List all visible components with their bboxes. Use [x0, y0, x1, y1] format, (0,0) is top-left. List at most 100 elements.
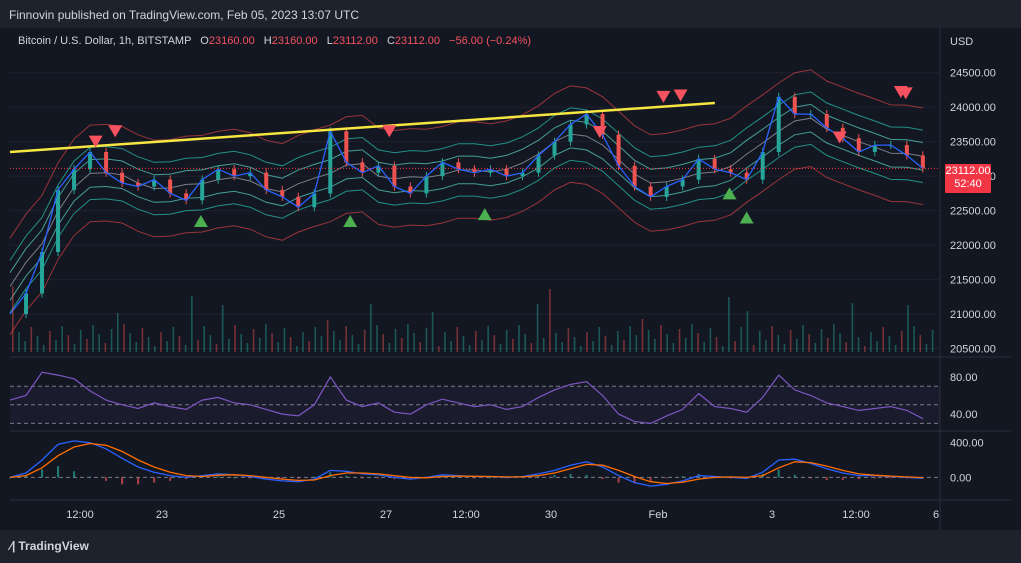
last-price-tag: 23112.00 52:40	[945, 164, 991, 193]
volume-bar	[536, 304, 539, 352]
volume-bar	[481, 340, 483, 352]
candle-body	[424, 176, 429, 194]
price-axis-tick: 24000.00	[950, 102, 996, 114]
volume-bar	[394, 329, 397, 352]
sell-marker	[592, 126, 607, 138]
volume-bar	[839, 333, 841, 352]
price-axis-tick: 20500.00	[950, 344, 996, 356]
volume-bar	[12, 286, 14, 352]
volume-bar	[110, 329, 113, 352]
candle-body	[824, 114, 829, 128]
volume-bar	[870, 332, 872, 352]
change-value: −56.00 (−0.24%)	[449, 35, 532, 47]
volume-bar	[197, 340, 199, 352]
macd-histogram-bar	[169, 477, 172, 481]
bar-countdown: 52:40	[954, 178, 982, 190]
candle-body	[72, 169, 77, 190]
volume-bar	[616, 331, 619, 352]
volume-bar	[153, 346, 156, 352]
macd-histogram-bar	[777, 469, 780, 478]
tradingview-logo[interactable]: ⁄| TradingView	[10, 539, 89, 553]
buy-marker	[739, 211, 754, 224]
volume-bar	[542, 338, 545, 352]
volume-bar	[18, 332, 20, 352]
volume-bar	[567, 328, 570, 352]
volume-bar	[308, 341, 310, 352]
volume-bar	[351, 335, 354, 352]
buy-marker	[477, 208, 492, 221]
volume-bar	[598, 327, 601, 352]
volume-bar	[86, 339, 88, 352]
macd-histogram-bar	[329, 472, 332, 478]
volume-bar	[530, 343, 533, 352]
volume-bar	[579, 346, 582, 352]
volume-bar	[721, 346, 724, 352]
volume-bar	[240, 334, 243, 352]
volume-bar	[400, 338, 403, 352]
macd-histogram-bar	[681, 476, 684, 478]
volume-bar	[73, 344, 76, 352]
band-inner-upper	[9, 103, 923, 273]
macd-histogram-bar	[617, 477, 620, 483]
volume-bar	[555, 333, 557, 352]
volume-bar	[728, 297, 730, 352]
volume-bar	[610, 345, 613, 352]
volume-bar	[178, 336, 181, 352]
candle-body	[200, 179, 205, 201]
volume-bar	[487, 326, 489, 352]
macd-histogram-bar	[793, 474, 796, 478]
volume-bar	[172, 327, 175, 352]
volume-bar	[524, 334, 526, 352]
open-value: 23160.00	[208, 35, 255, 47]
volume-bar	[98, 334, 101, 352]
volume-bar	[49, 331, 51, 352]
volume-bar	[191, 296, 193, 352]
buy-marker	[722, 187, 737, 200]
volume-bar	[30, 327, 33, 352]
volume-bar	[363, 330, 366, 352]
sell-marker	[108, 125, 123, 138]
price-axis-tick: 21500.00	[950, 275, 996, 287]
volume-bar	[771, 326, 773, 352]
volume-bar	[42, 345, 45, 352]
volume-bar	[765, 340, 767, 352]
volume-bar	[413, 333, 415, 352]
time-axis-tick: 12:00	[842, 509, 870, 521]
tradingview-logo-icon: ⁄|	[10, 539, 16, 553]
volume-bar	[703, 342, 706, 352]
band-inner-lower	[9, 131, 923, 301]
macd-histogram-bar	[57, 466, 60, 478]
macd-histogram-bar	[873, 477, 876, 479]
candle-body	[24, 293, 29, 315]
volume-bar	[561, 342, 564, 352]
volume-bar	[382, 334, 384, 352]
candle-body	[264, 172, 269, 190]
volume-bar	[845, 342, 847, 352]
volume-bar	[450, 341, 452, 352]
volume-bar	[641, 319, 644, 352]
volume-bar	[913, 326, 915, 352]
chart-svg[interactable]: USD24500.0024000.0023500.0023000.0022500…	[0, 0, 1021, 563]
macd-histogram-bar	[857, 477, 860, 480]
volume-bar	[789, 330, 792, 352]
volume-bar	[592, 341, 594, 352]
close-label: C	[386, 35, 395, 47]
volume-bar	[431, 312, 434, 352]
time-axis-tick: 25	[273, 509, 285, 521]
macd-histogram-bar	[249, 477, 252, 479]
volume-bar	[826, 338, 829, 352]
volume-bar	[758, 331, 761, 352]
volume-bar	[215, 344, 218, 352]
price-axis-tick: 24500.00	[950, 68, 996, 80]
volume-bar	[228, 339, 230, 352]
candle-body	[104, 152, 109, 173]
volume-bar	[684, 338, 687, 352]
volume-bar	[493, 335, 496, 352]
volume-bar	[882, 327, 885, 352]
volume-bar	[184, 345, 187, 352]
volume-bar	[499, 344, 502, 352]
volume-bar	[92, 325, 94, 352]
volume-bar	[203, 326, 205, 352]
macd-histogram-bar	[825, 477, 828, 480]
volume-bar	[900, 331, 903, 352]
